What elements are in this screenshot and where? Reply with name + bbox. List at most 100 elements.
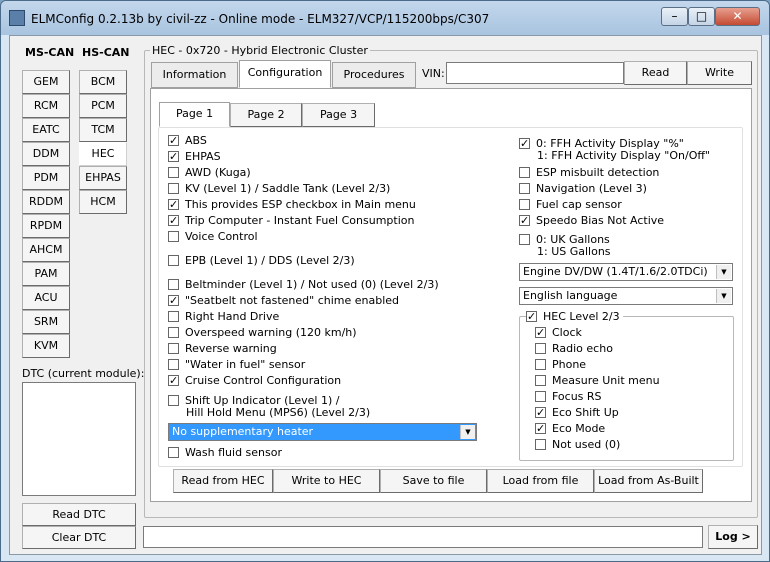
- tab-procedures[interactable]: Procedures: [332, 62, 416, 88]
- checkbox-square[interactable]: [168, 167, 179, 178]
- option-reverse-warning[interactable]: Reverse warning: [168, 343, 277, 357]
- checkbox-square[interactable]: [519, 183, 530, 194]
- checkbox-square[interactable]: [168, 134, 179, 147]
- module-button-rpdm[interactable]: RPDM: [22, 214, 70, 238]
- hec-option-eco-shift-up[interactable]: Eco Shift Up: [535, 406, 619, 421]
- checkbox-square[interactable]: [526, 310, 537, 323]
- module-button-pdm[interactable]: PDM: [22, 166, 70, 190]
- option-trip-computer-instant-fuel-consumption[interactable]: Trip Computer - Instant Fuel Consumption: [168, 214, 414, 229]
- status-log-field[interactable]: [143, 526, 703, 548]
- language-select[interactable]: English language ▼: [519, 287, 733, 305]
- option-speedo-bias-not-active[interactable]: Speedo Bias Not Active: [519, 214, 664, 229]
- module-button-ddm[interactable]: DDM: [22, 142, 70, 166]
- checkbox-square[interactable]: [535, 439, 546, 450]
- log-button[interactable]: Log >: [708, 525, 758, 549]
- hec-option-clock[interactable]: Clock: [535, 326, 582, 341]
- vin-input[interactable]: [446, 62, 624, 84]
- module-button-tcm[interactable]: TCM: [79, 118, 127, 142]
- module-button-rcm[interactable]: RCM: [22, 94, 70, 118]
- module-button-pcm[interactable]: PCM: [79, 94, 127, 118]
- hec-option-phone[interactable]: Phone: [535, 359, 586, 373]
- module-button-srm[interactable]: SRM: [22, 310, 70, 334]
- option-this-provides-esp-checkbox-in-main-menu[interactable]: This provides ESP checkbox in Main menu: [168, 198, 416, 213]
- checkbox-square[interactable]: [519, 167, 530, 178]
- clear-dtc-button[interactable]: Clear DTC: [22, 526, 136, 549]
- read-from-hec-button[interactable]: Read from HEC: [173, 469, 273, 493]
- option-esp-misbuilt-detection[interactable]: ESP misbuilt detection: [519, 167, 659, 181]
- checkbox-square[interactable]: [168, 395, 179, 406]
- checkbox-square[interactable]: [519, 137, 530, 150]
- option-fuel-cap-sensor[interactable]: Fuel cap sensor: [519, 199, 622, 213]
- close-button[interactable]: ✕: [715, 7, 760, 26]
- hec-option-eco-mode[interactable]: Eco Mode: [535, 422, 605, 437]
- module-button-kvm[interactable]: KVM: [22, 334, 70, 358]
- checkbox-square[interactable]: [535, 359, 546, 370]
- write-to-hec-button[interactable]: Write to HEC: [273, 469, 380, 493]
- checkbox-square[interactable]: [519, 234, 530, 245]
- module-button-hec[interactable]: HEC: [79, 142, 127, 166]
- tab-information[interactable]: Information: [151, 62, 238, 88]
- read-dtc-button[interactable]: Read DTC: [22, 503, 136, 526]
- module-button-acu[interactable]: ACU: [22, 286, 70, 310]
- hec-option-not-used-0[interactable]: Not used (0): [535, 439, 620, 453]
- vin-read-button[interactable]: Read: [624, 61, 687, 85]
- module-button-ahcm[interactable]: AHCM: [22, 238, 70, 262]
- option-overspeed-warning-120-km-h[interactable]: Overspeed warning (120 km/h): [168, 327, 357, 341]
- option-shift-up-indicator-level-1[interactable]: Shift Up Indicator (Level 1) / Hill Hold …: [168, 395, 370, 419]
- option-right-hand-drive[interactable]: Right Hand Drive: [168, 311, 279, 325]
- tab-configuration[interactable]: Configuration: [239, 60, 331, 88]
- checkbox-square[interactable]: [168, 231, 179, 242]
- checkbox-square[interactable]: [535, 375, 546, 386]
- load-from-file-button[interactable]: Load from file: [487, 469, 594, 493]
- checkbox-square[interactable]: [168, 214, 179, 227]
- heater-select[interactable]: No supplementary heater ▼: [168, 423, 477, 441]
- checkbox-square[interactable]: [168, 150, 179, 163]
- module-button-gem[interactable]: GEM: [22, 70, 70, 94]
- vin-write-button[interactable]: Write: [687, 61, 752, 85]
- hec-option-focus-rs[interactable]: Focus RS: [535, 391, 602, 405]
- module-button-pam[interactable]: PAM: [22, 262, 70, 286]
- module-button-bcm[interactable]: BCM: [79, 70, 127, 94]
- hec-option-radio-echo[interactable]: Radio echo: [535, 343, 613, 357]
- minimize-button[interactable]: –: [661, 7, 688, 26]
- checkbox-square[interactable]: [168, 359, 179, 370]
- option-ehpas[interactable]: EHPAS: [168, 150, 221, 165]
- hec-level-checkbox[interactable]: HEC Level 2/3: [526, 310, 623, 325]
- checkbox-square[interactable]: [168, 198, 179, 211]
- checkbox-square[interactable]: [168, 255, 179, 266]
- load-from-as-built-button[interactable]: Load from As-Built: [594, 469, 703, 493]
- checkbox-square[interactable]: [168, 447, 179, 458]
- title-bar[interactable]: ELMConfig 0.2.13b by civil-zz - Online m…: [1, 1, 769, 35]
- option-wash-fluid-sensor[interactable]: Wash fluid sensor: [168, 447, 282, 461]
- option-abs[interactable]: ABS: [168, 134, 207, 149]
- save-to-file-button[interactable]: Save to file: [380, 469, 487, 493]
- module-button-rddm[interactable]: RDDM: [22, 190, 70, 214]
- module-button-ehpas[interactable]: EHPAS: [79, 166, 127, 190]
- option-0-ffh-activity-display[interactable]: 0: FFH Activity Display "%"1: FFH Activi…: [519, 137, 710, 162]
- checkbox-square[interactable]: [535, 326, 546, 339]
- checkbox-square[interactable]: [168, 279, 179, 290]
- dtc-list[interactable]: [22, 382, 136, 496]
- checkbox-square[interactable]: [168, 294, 179, 307]
- page-tab-page-1[interactable]: Page 1: [159, 102, 230, 127]
- checkbox-square[interactable]: [535, 422, 546, 435]
- checkbox-square[interactable]: [168, 374, 179, 387]
- checkbox-square[interactable]: [519, 214, 530, 227]
- option-kv-level-1-saddle-tank-level-2-3[interactable]: KV (Level 1) / Saddle Tank (Level 2/3): [168, 183, 390, 197]
- option-cruise-control-configuration[interactable]: Cruise Control Configuration: [168, 374, 341, 389]
- option-voice-control[interactable]: Voice Control: [168, 231, 258, 245]
- module-button-eatc[interactable]: EATC: [22, 118, 70, 142]
- option-seatbelt-not-fastened-chime-enabled[interactable]: "Seatbelt not fastened" chime enabled: [168, 294, 399, 309]
- checkbox-square[interactable]: [519, 199, 530, 210]
- option-epb-level-1-dds-level-2-3[interactable]: EPB (Level 1) / DDS (Level 2/3): [168, 255, 355, 269]
- checkbox-square[interactable]: [535, 343, 546, 354]
- page-tab-page-2[interactable]: Page 2: [230, 103, 302, 127]
- checkbox-square[interactable]: [168, 311, 179, 322]
- checkbox-square[interactable]: [168, 183, 179, 194]
- option-0-uk-gallons[interactable]: 0: UK Gallons 1: US Gallons: [519, 234, 611, 258]
- option-beltminder-level-1-not-used-0-level-2-3[interactable]: Beltminder (Level 1) / Not used (0) (Lev…: [168, 279, 439, 293]
- option-water-in-fuel-sensor[interactable]: "Water in fuel" sensor: [168, 359, 305, 373]
- maximize-button[interactable]: □: [688, 7, 715, 26]
- option-navigation-level-3[interactable]: Navigation (Level 3): [519, 183, 647, 197]
- checkbox-square[interactable]: [535, 391, 546, 402]
